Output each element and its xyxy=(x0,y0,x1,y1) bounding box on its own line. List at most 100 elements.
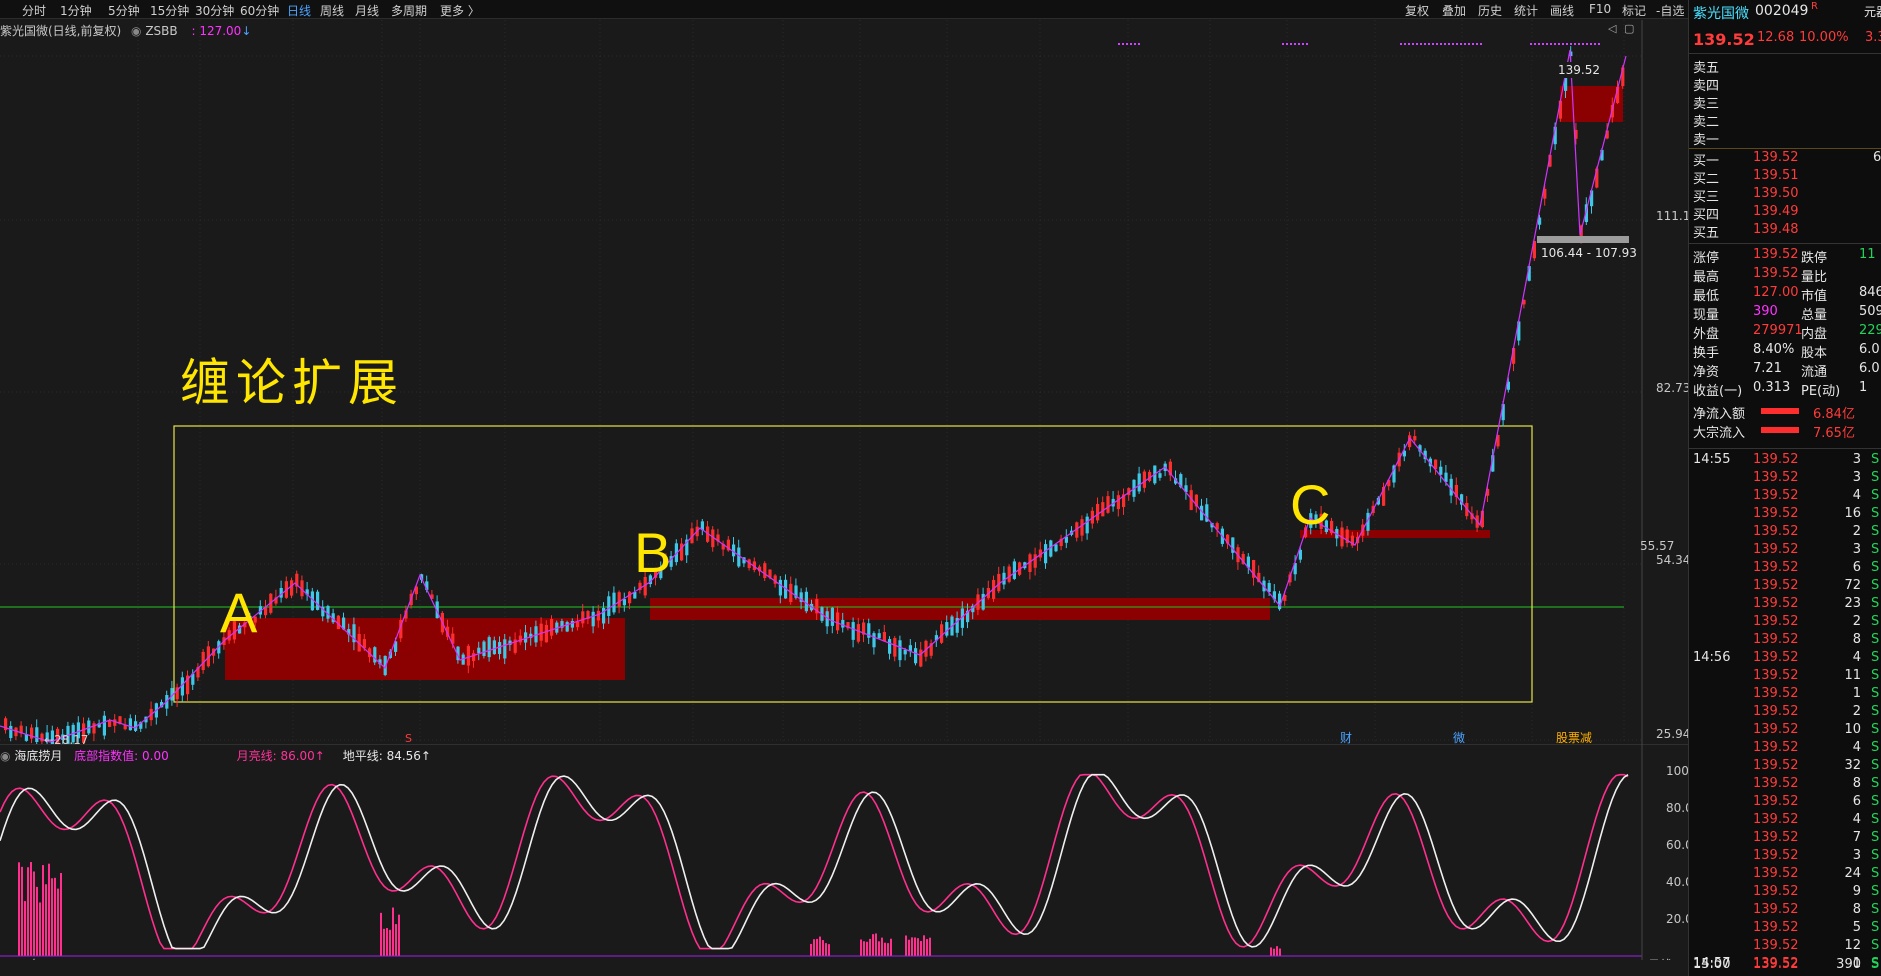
indicator-bar xyxy=(911,937,913,956)
indicator-bar xyxy=(917,938,919,956)
signal-dot xyxy=(1460,43,1462,45)
book-divider xyxy=(1689,148,1881,149)
indicator-bar xyxy=(386,928,388,956)
divider xyxy=(1689,448,1881,449)
window-icon[interactable]: ▢ xyxy=(1624,22,1634,35)
stat-label: 量比 xyxy=(1801,266,1827,285)
indicator-bar xyxy=(878,941,880,956)
indicator-tag[interactable]: ZSBB xyxy=(145,24,177,38)
divider xyxy=(1689,53,1881,54)
date-tick: 2019/04/01/一 xyxy=(290,958,375,960)
candle-body xyxy=(103,716,106,736)
candle-body xyxy=(898,640,901,660)
history-button[interactable]: 历史 xyxy=(1478,2,1502,19)
range-bar xyxy=(1537,236,1629,243)
tick-side: S xyxy=(1871,848,1879,863)
ind-tick-100: 100.0 xyxy=(1666,764,1688,778)
period-tab-15min[interactable]: 15分钟 xyxy=(150,2,189,19)
stat-label: 最高 xyxy=(1693,266,1719,285)
stats-button[interactable]: 统计 xyxy=(1514,2,1538,19)
tick-volume: 8 xyxy=(1835,776,1861,791)
signal-dot xyxy=(1538,43,1540,45)
price-tick-3: 55.57 xyxy=(1640,539,1674,553)
tick-volume: 10 xyxy=(1835,722,1861,737)
indicator-bar xyxy=(860,939,862,956)
tick-row: 139.52 1 S xyxy=(1689,686,1881,703)
signal-dot xyxy=(1582,43,1584,45)
candlestick-chart[interactable]: 缠论扩展 A B C ←28.17 139.52 106.44 - 107.93… xyxy=(0,20,1688,744)
stock-name[interactable]: 紫光国微 xyxy=(1693,3,1749,23)
signal-dot xyxy=(1436,43,1438,45)
event-marker-cai[interactable]: 财 xyxy=(1340,731,1352,744)
period-tab-multi[interactable]: 多周期 xyxy=(391,2,427,19)
signal-dot xyxy=(1298,43,1300,45)
indicator-bar xyxy=(398,915,400,956)
tick-price: 139.52 xyxy=(1753,596,1799,611)
overlay-button[interactable]: 叠加 xyxy=(1442,2,1466,19)
indicator-bar xyxy=(27,867,29,956)
period-tab-weekly[interactable]: 周线 xyxy=(320,2,344,19)
signal-dot xyxy=(1118,43,1120,45)
draw-button[interactable]: 画线 xyxy=(1550,2,1574,19)
signal-dot xyxy=(1440,43,1442,45)
tick-price: 139.52 xyxy=(1753,704,1799,719)
stat-row: 涨停 139.52 跌停 11 xyxy=(1689,247,1881,264)
date-tick: 6 xyxy=(420,958,428,960)
indicator-name[interactable]: 海底捞月 xyxy=(14,749,62,763)
tick-volume: 2 xyxy=(1835,614,1861,629)
signal-dot xyxy=(1542,43,1544,45)
indicator-canvas[interactable]: 100.0 80.00 60.00 40.00 20.00 2018年12320… xyxy=(0,744,1688,960)
tick-row: 139.52 2 S xyxy=(1689,614,1881,631)
candlestick-canvas[interactable]: 缠论扩展 A B C ←28.17 139.52 106.44 - 107.93… xyxy=(0,20,1688,744)
event-marker-s[interactable]: S xyxy=(405,732,412,744)
tick-price: 139.52 xyxy=(1753,794,1799,809)
signal-dot xyxy=(1578,43,1580,45)
tick-row: 139.52 2 S xyxy=(1689,704,1881,721)
tick-row: 139.52 8 S xyxy=(1689,632,1881,649)
period-tab-more[interactable]: 更多 〉 xyxy=(440,2,480,19)
candle-body xyxy=(883,632,886,641)
fuquan-button[interactable]: 复权 xyxy=(1405,2,1429,19)
pivot-zones xyxy=(225,86,1623,680)
period-tab-30min[interactable]: 30分钟 xyxy=(195,2,234,19)
chart-title: 紫光国微(日线,前复权) xyxy=(0,24,121,38)
tick-row: 139.52 23 S xyxy=(1689,596,1881,613)
tick-side: S xyxy=(1871,524,1879,539)
indicator-bar xyxy=(1276,946,1278,956)
watchlist-button[interactable]: -自选 xyxy=(1656,2,1684,19)
candle-body xyxy=(35,727,38,742)
expand-icon[interactable]: ◁ xyxy=(1608,22,1616,35)
price-change: 12.68 xyxy=(1757,30,1794,45)
low-mark: ←28.17 xyxy=(44,733,88,744)
tick-row: 139.52 3 S xyxy=(1689,848,1881,865)
candle-body xyxy=(612,593,615,613)
event-marker-wei[interactable]: 微 xyxy=(1453,731,1465,744)
price-tick-4: 54.34 xyxy=(1656,553,1688,567)
f10-button[interactable]: F10 xyxy=(1589,2,1611,16)
signal-dot xyxy=(1452,43,1454,45)
period-tab-5min[interactable]: 5分钟 xyxy=(108,2,140,19)
date-tick: 3 xyxy=(1208,958,1216,960)
period-tab-60min[interactable]: 60分钟 xyxy=(240,2,279,19)
indicator-bar xyxy=(395,924,397,956)
event-marker-jian[interactable]: 股票减 xyxy=(1556,731,1592,744)
mark-button[interactable]: 标记 xyxy=(1622,2,1646,19)
indicator-bar xyxy=(914,937,916,956)
period-tab-fenshi[interactable]: 分时 xyxy=(22,2,46,19)
tick-volume: 390 xyxy=(1835,957,1861,972)
indicator-moon-label: 月亮线: xyxy=(237,749,277,763)
period-tab-1min[interactable]: 1分钟 xyxy=(60,2,92,19)
tick-time: 15:00 xyxy=(1693,957,1730,972)
tick-price: 139.52 xyxy=(1753,884,1799,899)
tick-volume: 23 xyxy=(1835,596,1861,611)
candle-body xyxy=(540,624,543,641)
period-tab-monthly[interactable]: 月线 xyxy=(355,2,379,19)
tick-volume: 2 xyxy=(1835,524,1861,539)
stat-value: 6.0 xyxy=(1859,342,1880,357)
tick-side: S xyxy=(1871,920,1879,935)
indicator-bar xyxy=(866,942,868,956)
period-tab-daily[interactable]: 日线 xyxy=(287,2,311,19)
date-tick: 5 xyxy=(378,958,386,960)
date-tick: 4 xyxy=(1282,958,1290,960)
signal-dot xyxy=(1554,43,1556,45)
